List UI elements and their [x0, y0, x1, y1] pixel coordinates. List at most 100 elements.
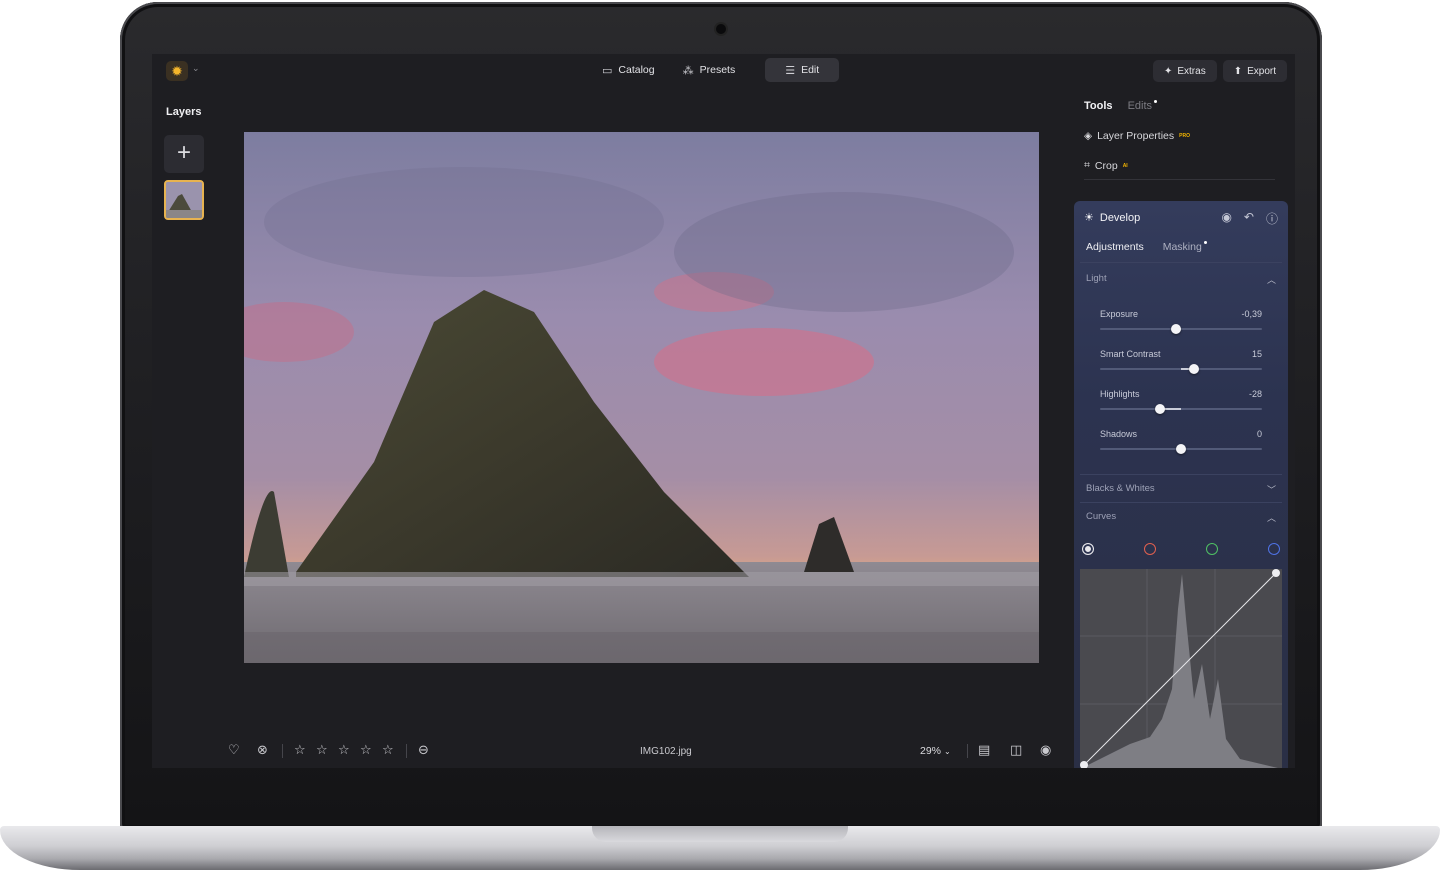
develop-header[interactable]: ☀ Develop — [1084, 211, 1141, 225]
star-icon[interactable]: ☆ — [382, 742, 394, 758]
pro-badge: PRO — [1179, 133, 1190, 139]
slider-track[interactable] — [1100, 408, 1262, 410]
develop-title: Develop — [1099, 211, 1141, 224]
tone-curve-editor[interactable] — [1080, 569, 1282, 768]
develop-panel: ☀ Develop ◉ ↶ ⓘ Adjustments Masking Ligh… — [1074, 201, 1288, 768]
slider-label: Shadows — [1100, 429, 1138, 439]
slider-label: Highlights — [1100, 389, 1140, 399]
panel-tabs: Tools Edits — [1084, 100, 1158, 112]
layer-properties-tool[interactable]: ◈ Layer Properties PRO — [1084, 130, 1190, 142]
slider-handle[interactable] — [1176, 444, 1186, 454]
filmstrip-icon[interactable]: ▤ — [978, 742, 990, 758]
layers-icon: ◈ — [1084, 130, 1093, 142]
app-logo-icon[interactable]: ✹ — [166, 61, 188, 81]
slider-value[interactable]: -28 — [1249, 389, 1262, 399]
develop-tabs: Adjustments Masking — [1086, 241, 1207, 253]
right-panel: Tools Edits ◈ Layer Properties PRO ⌗ Cro… — [1074, 54, 1295, 768]
thumbnail-image — [166, 182, 202, 218]
layer-properties-label: Layer Properties — [1097, 130, 1175, 142]
slider-handle[interactable] — [1188, 364, 1199, 374]
main-photo[interactable] — [244, 132, 1039, 663]
app-window: ✹ ⌄ ▭ Catalog ⁂ Presets ☰ Edit ✦ Extras … — [152, 54, 1295, 768]
tab-presets-label: Presets — [699, 64, 736, 76]
tab-presets[interactable]: ⁂ Presets — [671, 58, 748, 82]
section-light-label: Light — [1086, 273, 1107, 284]
section-curves-label: Curves — [1086, 511, 1117, 522]
tab-tools[interactable]: Tools — [1084, 100, 1113, 112]
webcam — [716, 24, 726, 34]
visibility-eye-icon[interactable]: ◉ — [1221, 210, 1231, 227]
tab-edit[interactable]: ☰ Edit — [765, 58, 840, 82]
chevron-down-icon[interactable]: ⌄ — [192, 63, 200, 74]
star-icon[interactable]: ☆ — [316, 742, 328, 758]
zoom-value: 29% — [920, 745, 942, 757]
slider-label: Smart Contrast — [1100, 349, 1161, 359]
folder-icon: ▭ — [602, 64, 613, 77]
divider — [282, 744, 283, 758]
photo-canvas — [244, 132, 1039, 663]
divider — [1080, 502, 1282, 503]
star-icon[interactable]: ☆ — [360, 742, 372, 758]
tab-edits[interactable]: Edits — [1128, 100, 1152, 112]
divider — [1080, 262, 1282, 263]
reject-icon[interactable]: ⊗ — [257, 742, 268, 758]
tab-catalog[interactable]: ▭ Catalog — [590, 58, 667, 82]
divider — [967, 744, 968, 758]
masking-indicator — [1203, 241, 1207, 244]
clear-rating-icon[interactable]: ⊖ — [418, 742, 429, 758]
divider — [1084, 179, 1275, 180]
laptop-notch — [592, 826, 848, 842]
crop-label: Crop — [1094, 159, 1118, 172]
exposure-slider[interactable]: Exposure -0,39 — [1100, 309, 1262, 343]
tab-catalog-label: Catalog — [618, 64, 655, 76]
tab-edit-label: Edit — [801, 64, 820, 76]
chevron-down-icon: ⌄ — [943, 747, 951, 756]
chevron-down-icon: ﹀ — [1266, 485, 1276, 495]
crop-tool[interactable]: ⌗ Crop AI — [1084, 159, 1128, 172]
info-icon[interactable]: ⓘ — [1266, 210, 1278, 227]
section-curves[interactable]: Curves ︿ — [1086, 511, 1276, 523]
layer-thumbnail[interactable] — [164, 180, 204, 220]
zoom-select[interactable]: 29% ⌄ — [920, 745, 951, 757]
channel-rgb-dot[interactable] — [1082, 543, 1094, 555]
highlights-slider[interactable]: Highlights -28 — [1100, 389, 1262, 423]
channel-blue-dot[interactable] — [1268, 543, 1280, 555]
preview-eye-icon[interactable]: ◉ — [1040, 742, 1051, 758]
file-name: IMG102.jpg — [640, 746, 692, 757]
channel-red-dot[interactable] — [1144, 543, 1156, 555]
star-icon[interactable]: ☆ — [338, 742, 350, 758]
sparkle-icon: ⁂ — [682, 64, 694, 77]
add-layer-button[interactable]: + — [164, 135, 204, 173]
undo-icon[interactable]: ↶ — [1244, 210, 1254, 227]
slider-value[interactable]: -0,39 — [1241, 309, 1262, 319]
develop-actions: ◉ ↶ ⓘ — [1221, 210, 1278, 227]
chevron-up-icon: ︿ — [1266, 513, 1276, 523]
ai-badge: AI — [1122, 162, 1128, 169]
sliders-icon: ☰ — [785, 64, 796, 77]
smart-contrast-slider[interactable]: Smart Contrast 15 — [1100, 349, 1262, 383]
mode-switcher: ▭ Catalog ⁂ Presets ☰ Edit — [590, 58, 858, 84]
chevron-up-icon: ︿ — [1266, 275, 1276, 285]
section-blacks-whites[interactable]: Blacks & Whites ﹀ — [1086, 483, 1276, 495]
shadows-slider[interactable]: Shadows 0 — [1100, 429, 1262, 463]
heart-icon[interactable]: ♡ — [228, 742, 240, 758]
section-blacks-whites-label: Blacks & Whites — [1086, 483, 1155, 494]
slider-value[interactable]: 15 — [1252, 349, 1262, 359]
divider — [406, 744, 407, 758]
section-light[interactable]: Light ︿ — [1086, 273, 1276, 285]
compare-icon[interactable]: ◫ — [1010, 742, 1022, 758]
sun-icon: ☀ — [1084, 212, 1094, 224]
slider-handle[interactable] — [1154, 404, 1165, 414]
slider-value[interactable]: 0 — [1257, 429, 1262, 439]
curve-channel-picker — [1082, 543, 1282, 559]
slider-handle[interactable] — [1171, 324, 1182, 334]
crop-icon: ⌗ — [1084, 159, 1090, 171]
channel-green-dot[interactable] — [1206, 543, 1218, 555]
tab-masking[interactable]: Masking — [1163, 241, 1202, 253]
curve-graph — [1080, 569, 1282, 768]
divider — [1080, 474, 1282, 475]
star-icon[interactable]: ☆ — [294, 742, 306, 758]
layers-title: Layers — [166, 106, 202, 118]
tab-adjustments[interactable]: Adjustments — [1086, 241, 1144, 253]
slider-label: Exposure — [1100, 309, 1139, 319]
